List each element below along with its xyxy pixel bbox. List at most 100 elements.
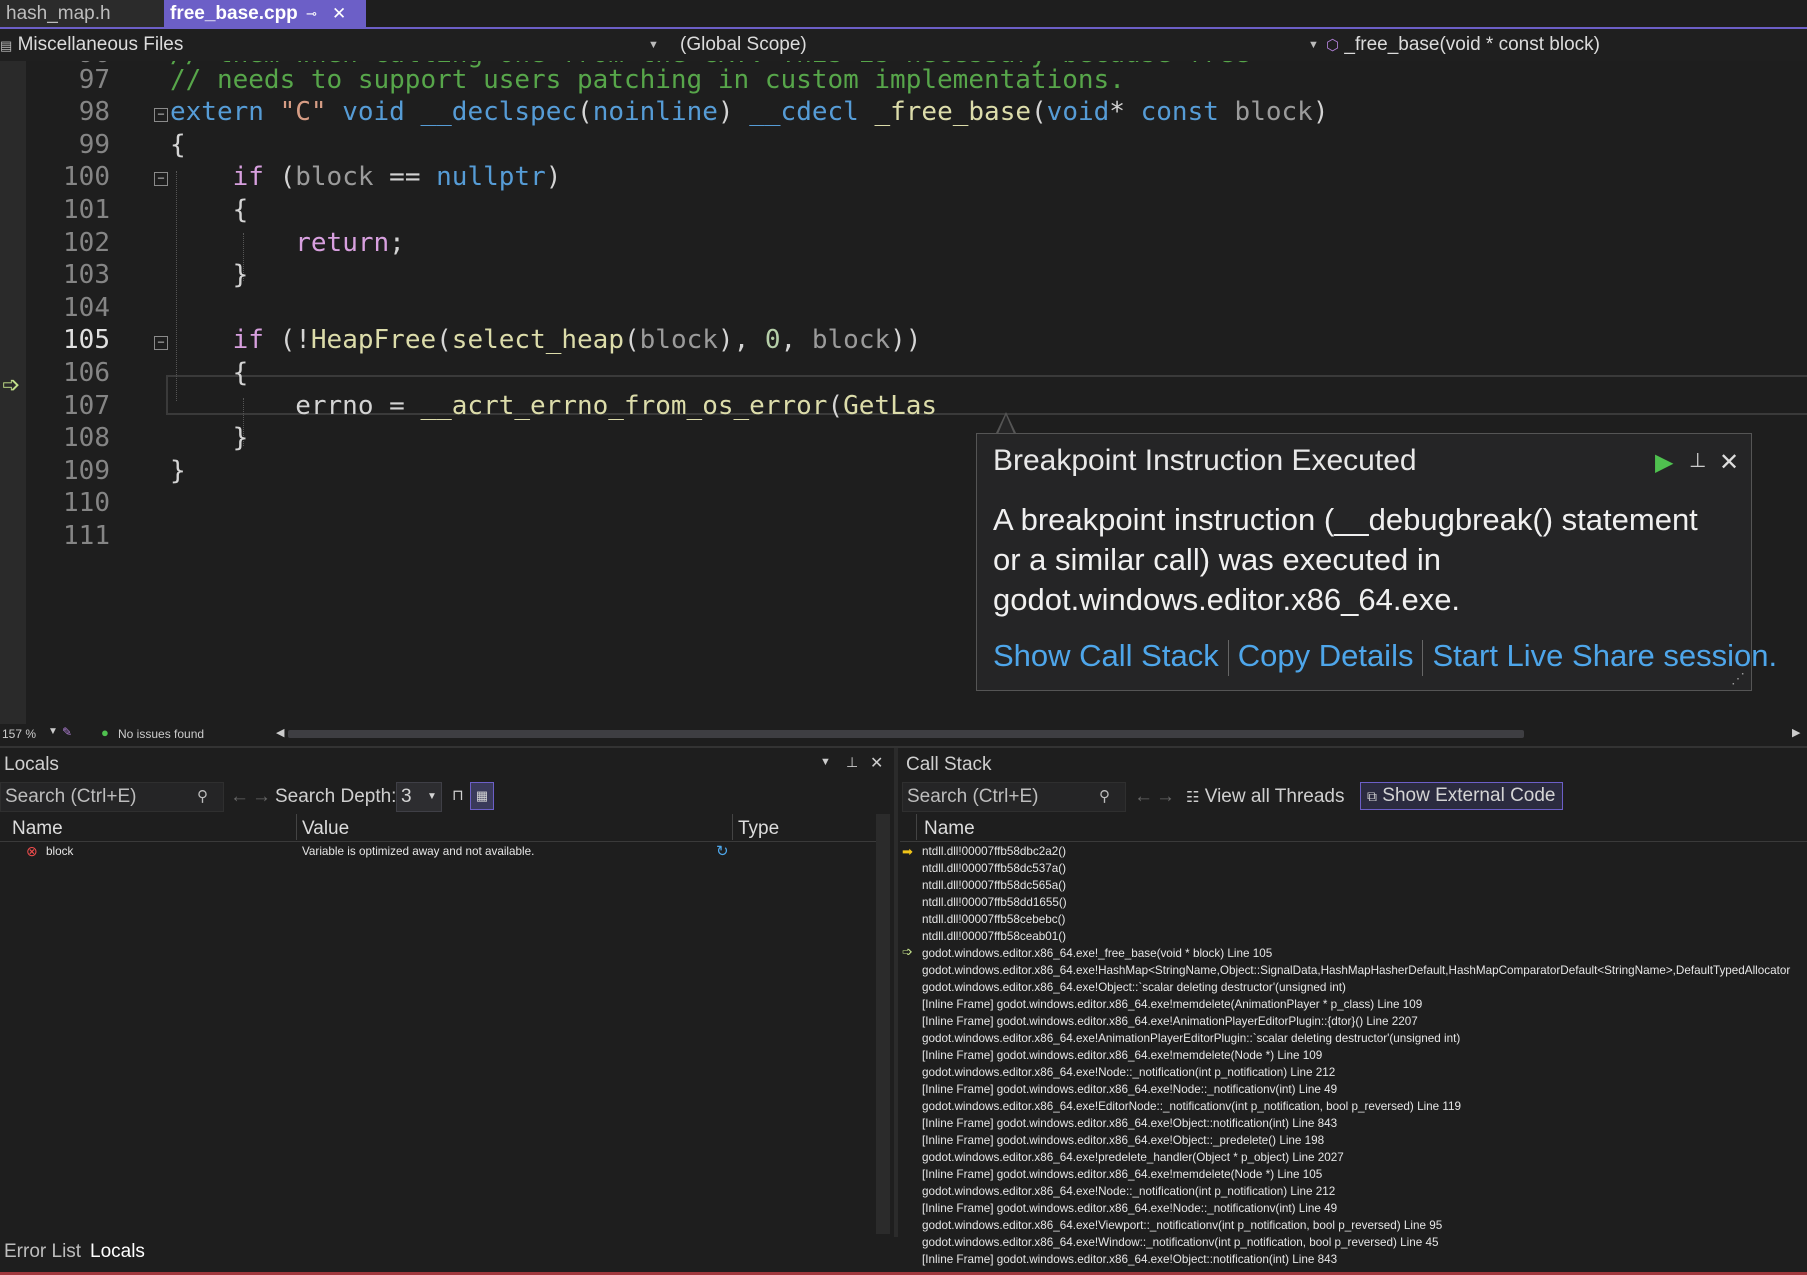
search-depth-select[interactable]: 3 ▼ [396,782,442,812]
table-row[interactable]: ⊗ block Variable is optimized away and n… [0,843,876,860]
search-placeholder: Search (Ctrl+E) [5,786,137,807]
panel-splitter[interactable] [894,748,898,1237]
line-number: 104 [63,293,110,323]
call-stack-frame[interactable]: godot.windows.editor.x86_64.exe!Animatio… [922,1030,1460,1047]
call-stack-frame[interactable]: [Inline Frame] godot.windows.editor.x86_… [922,1251,1337,1268]
close-icon[interactable]: ✕ [870,753,883,773]
filter-icon[interactable]: ⊓ [452,786,464,804]
call-stack-frame[interactable]: [Inline Frame] godot.windows.editor.x86_… [922,996,1422,1013]
call-stack-frame[interactable]: ntdll.dll!00007ffb58dbc2a2() [922,843,1066,860]
spell-check-icon[interactable]: ✎ [62,725,72,739]
close-icon[interactable]: ✕ [332,0,346,27]
collapse-icon[interactable]: − [154,108,168,122]
project-dropdown[interactable]: ▤ Miscellaneous Files ▼ [0,29,660,61]
view-all-threads-button[interactable]: ☷ View all Threads [1186,786,1345,808]
line-number: 109 [63,456,110,486]
forward-arrow-icon[interactable]: → [252,786,271,808]
call-stack-frame[interactable]: [Inline Frame] godot.windows.editor.x86_… [922,1081,1337,1098]
show-external-code-button[interactable]: ⧉ Show External Code [1360,782,1563,810]
call-stack-frame[interactable]: [Inline Frame] godot.windows.editor.x86_… [922,1013,1418,1030]
call-stack-frame[interactable]: ntdll.dll!00007ffb58dc565a() [922,877,1066,894]
code-line[interactable]: errno = __acrt_errno_from_os_error(GetLa… [170,391,937,421]
column-header-value[interactable]: Value [302,818,349,840]
call-stack-frame[interactable]: ntdll.dll!00007ffb58dc537a() [922,860,1066,877]
call-stack-frame[interactable]: godot.windows.editor.x86_64.exe!Node::_n… [922,1064,1335,1081]
tab-error-list[interactable]: Error List [4,1241,81,1263]
scroll-left-icon[interactable]: ◀ [276,726,284,739]
code-line[interactable]: } [170,423,249,453]
column-header-name[interactable]: Name [924,818,975,840]
scope-dropdown[interactable]: (Global Scope) ▼ [680,29,1320,61]
call-stack-frame[interactable]: [Inline Frame] godot.windows.editor.x86_… [922,1200,1337,1217]
code-line[interactable]: extern "C" void __declspec(noinline) __c… [170,97,1328,127]
forward-arrow-icon[interactable]: → [1156,786,1175,808]
collapse-icon[interactable]: − [154,336,168,350]
column-header-type[interactable]: Type [738,818,779,840]
code-line[interactable]: // needs to support users patching in cu… [170,65,1125,95]
call-stack-frame[interactable]: [Inline Frame] godot.windows.editor.x86_… [922,1132,1324,1149]
code-line[interactable]: { [170,130,186,160]
pin-icon[interactable]: ⊸ [306,0,317,27]
chevron-down-icon[interactable]: ▼ [820,756,831,768]
call-stack-frame[interactable]: ntdll.dll!00007ffb58cebebc() [922,911,1065,928]
divider [732,814,733,840]
code-line[interactable]: } [170,456,186,486]
locals-search-input[interactable]: Search (Ctrl+E) ⚲ [0,782,224,812]
call-stack-frame[interactable]: [Inline Frame] godot.windows.editor.x86_… [922,1166,1322,1183]
code-line-current[interactable]: if (!HeapFree(select_heap(block), 0, blo… [170,325,922,355]
call-stack-frame[interactable]: [Inline Frame] godot.windows.editor.x86_… [922,1115,1337,1132]
show-call-stack-link[interactable]: Show Call Stack [993,638,1219,673]
divider [1227,639,1229,676]
tab-free-base-cpp[interactable]: free_base.cpp ⊸ ✕ [164,0,366,27]
call-stack-frame[interactable]: ntdll.dll!00007ffb58dd1655() [922,894,1067,911]
back-arrow-icon[interactable]: ← [1134,786,1153,808]
member-dropdown[interactable]: ⬡ _free_base(void * const block) [1326,29,1807,61]
code-line[interactable]: { [170,358,249,388]
code-line[interactable]: return; [170,228,405,258]
line-number: 98 [78,97,110,127]
exception-helper-popup: Breakpoint Instruction Executed ▶ ⊥ ✕ A … [976,433,1777,691]
pin-icon[interactable]: ⊥ [1689,448,1706,473]
live-share-link[interactable]: Start Live Share session. [1432,638,1777,673]
scroll-right-icon[interactable]: ▶ [1792,726,1800,739]
continue-icon[interactable]: ▶ [1655,448,1673,477]
navigation-bar: ▤ Miscellaneous Files ▼ (Global Scope) ▼… [0,29,1807,62]
call-stack-frame[interactable]: godot.windows.editor.x86_64.exe!HashMap<… [922,962,1790,979]
call-stack-frame[interactable]: [Inline Frame] godot.windows.editor.x86_… [922,1047,1322,1064]
line-number: 106 [63,358,110,388]
vertical-scrollbar[interactable] [876,814,890,1234]
pin-icon[interactable]: ⊥ [846,754,858,771]
call-stack-frame[interactable]: godot.windows.editor.x86_64.exe!EditorNo… [922,1098,1461,1115]
call-stack-frame[interactable]: ntdll.dll!00007ffb58ceab01() [922,928,1066,945]
popup-title: Breakpoint Instruction Executed [993,444,1417,477]
popup-links: Show Call Stack Copy Details Start Live Sh… [993,638,1777,676]
call-stack-frame[interactable]: godot.windows.editor.x86_64.exe!Node::_n… [922,1183,1335,1200]
search-icon[interactable]: ⚲ [197,783,208,811]
call-stack-frame[interactable]: godot.windows.editor.x86_64.exe!Viewport… [922,1217,1442,1234]
issues-status[interactable]: No issues found [118,727,204,741]
hex-display-icon[interactable]: ▦ [470,782,494,810]
resize-grip-icon[interactable]: ⋰ [1731,670,1745,687]
call-stack-frame[interactable]: godot.windows.editor.x86_64.exe!_free_ba… [922,945,1272,962]
collapse-icon[interactable]: − [154,172,168,186]
back-arrow-icon[interactable]: ← [230,786,249,808]
refresh-icon[interactable]: ↻ [716,842,729,860]
close-icon[interactable]: ✕ [1719,448,1739,477]
chevron-down-icon[interactable]: ▼ [48,726,58,737]
call-stack-frame[interactable]: godot.windows.editor.x86_64.exe!Window::… [922,1234,1439,1251]
search-icon[interactable]: ⚲ [1099,783,1110,811]
call-stack-frame[interactable]: godot.windows.editor.x86_64.exe!predelet… [922,1149,1344,1166]
call-stack-frame[interactable]: godot.windows.editor.x86_64.exe!Object::… [922,979,1346,996]
code-line[interactable]: } [170,260,249,290]
code-line[interactable]: if (block == nullptr) [170,162,562,192]
horizontal-scrollbar[interactable] [288,730,1524,738]
call-stack-search-input[interactable]: Search (Ctrl+E) ⚲ [902,782,1126,812]
line-number: 97 [78,65,110,95]
tab-hash-map-h[interactable]: hash_map.h [0,0,172,27]
tab-locals[interactable]: Locals [90,1241,145,1263]
copy-details-link[interactable]: Copy Details [1238,638,1414,673]
zoom-level[interactable]: 157 % [2,727,36,741]
column-header-name[interactable]: Name [12,818,63,840]
code-line[interactable]: { [170,195,249,225]
chevron-down-icon: ▼ [1308,39,1319,51]
